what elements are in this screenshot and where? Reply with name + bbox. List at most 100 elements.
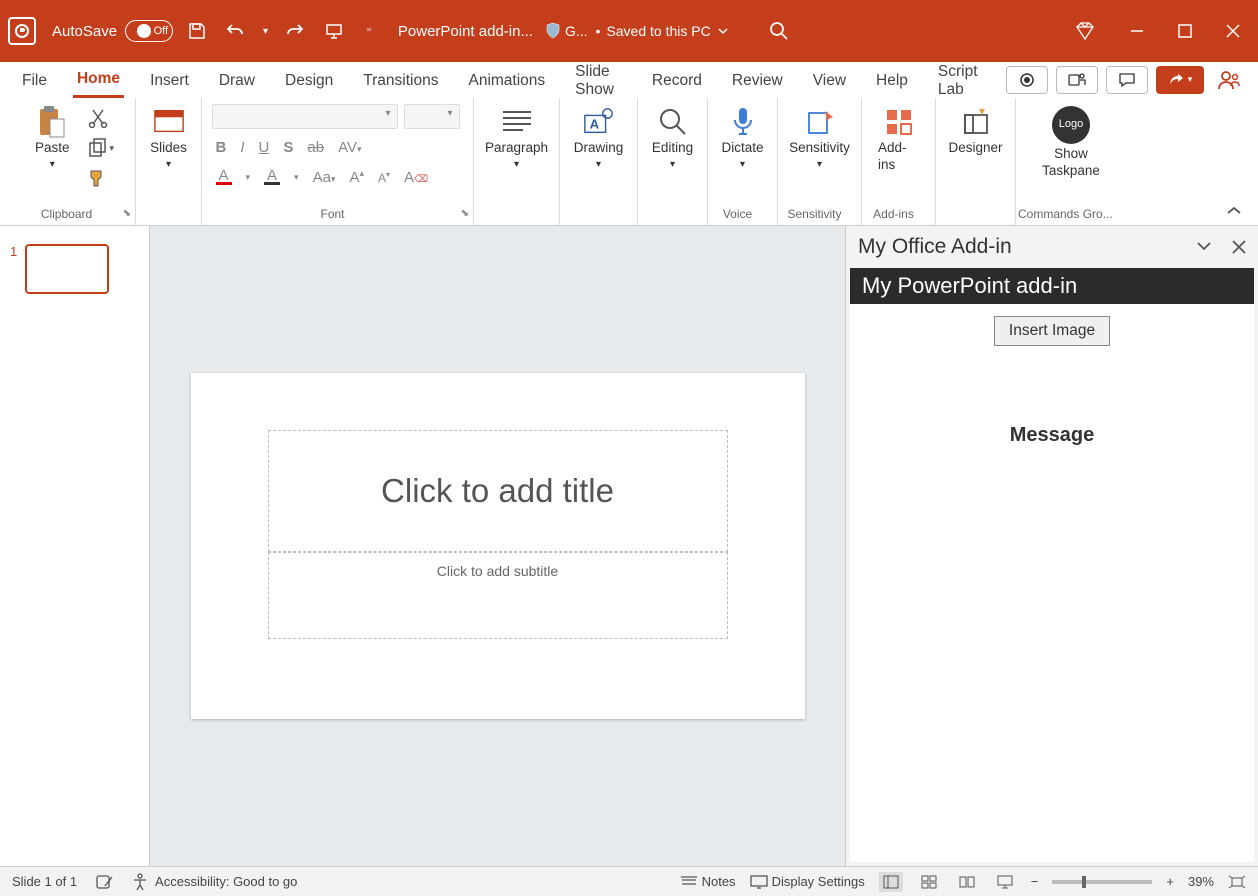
sensitivity-group-label: Sensitivity [778, 207, 851, 221]
account-icon[interactable] [1218, 69, 1240, 91]
cut-icon[interactable] [88, 108, 115, 128]
accessibility-status[interactable]: Accessibility: Good to go [131, 873, 297, 891]
tab-slideshow[interactable]: Slide Show [571, 62, 626, 98]
italic-button[interactable]: I [240, 139, 244, 156]
shadow-button[interactable]: S [283, 139, 293, 156]
comments-button[interactable] [1106, 66, 1148, 94]
tab-transitions[interactable]: Transitions [359, 62, 442, 98]
zoom-in-button[interactable]: + [1166, 874, 1174, 889]
slideshow-view-button[interactable] [993, 872, 1017, 892]
dictate-button[interactable]: Dictate ▾ [715, 104, 769, 173]
slides-button[interactable]: Slides ▾ [144, 104, 193, 173]
save-status[interactable]: • Saved to this PC [596, 23, 729, 39]
tab-draw[interactable]: Draw [215, 62, 259, 98]
drawing-button[interactable]: A Drawing ▾ [568, 104, 630, 173]
font-launcher-icon[interactable]: ⬊ [461, 208, 469, 219]
teams-button[interactable] [1056, 66, 1098, 94]
undo-dropdown-icon[interactable]: ▾ [263, 26, 268, 37]
slides-label: Slides [150, 140, 187, 157]
editing-button[interactable]: Editing ▾ [646, 104, 699, 173]
diamond-icon[interactable] [1074, 20, 1096, 42]
chevron-down-icon: ▾ [50, 159, 55, 172]
grow-font-button[interactable]: A▴ [349, 168, 364, 186]
redo-icon[interactable] [286, 21, 306, 41]
slide-sorter-view-button[interactable] [917, 872, 941, 892]
save-icon[interactable] [187, 21, 207, 41]
underline-button[interactable]: U [259, 139, 270, 156]
taskpane-message: Message [1010, 424, 1095, 447]
title-placeholder[interactable]: Click to add title [268, 430, 728, 552]
present-icon[interactable] [324, 21, 344, 41]
camera-button[interactable] [1006, 66, 1048, 94]
logo-icon: Logo [1052, 106, 1090, 144]
character-spacing-button[interactable]: AV▾ [338, 139, 361, 156]
designer-label: Designer [948, 140, 1002, 157]
search-icon[interactable] [769, 21, 789, 41]
copy-icon[interactable]: ▾ [88, 138, 115, 158]
sensitivity-button[interactable]: Sensitivity ▾ [783, 104, 856, 173]
tab-animations[interactable]: Animations [464, 62, 549, 98]
change-case-button[interactable]: Aa▾ [313, 169, 336, 186]
tab-help[interactable]: Help [872, 62, 912, 98]
status-bar: Slide 1 of 1 Accessibility: Good to go N… [0, 866, 1258, 896]
bold-button[interactable]: B [216, 139, 227, 156]
share-button[interactable]: ▾ [1156, 66, 1204, 94]
taskpane-chevron-icon[interactable] [1196, 240, 1212, 254]
voice-group-label: Voice [708, 207, 767, 221]
drawing-label: Drawing [574, 140, 624, 157]
shrink-font-button[interactable]: A▾ [378, 170, 390, 185]
tab-record[interactable]: Record [648, 62, 706, 98]
undo-icon[interactable] [225, 21, 245, 41]
spell-check-icon[interactable] [95, 874, 113, 890]
maximize-button[interactable] [1178, 24, 1192, 38]
sensitivity-indicator[interactable]: G... [545, 22, 588, 40]
tab-design[interactable]: Design [281, 62, 337, 98]
ribbon-collapse-icon[interactable] [1226, 205, 1242, 217]
document-title[interactable]: PowerPoint add-in... [398, 23, 533, 40]
chevron-down-icon: ▾ [514, 159, 519, 172]
subtitle-placeholder[interactable]: Click to add subtitle [268, 552, 728, 639]
insert-image-button[interactable]: Insert Image [994, 316, 1110, 346]
format-painter-icon[interactable] [88, 168, 115, 188]
tab-review[interactable]: Review [728, 62, 787, 98]
notes-icon [680, 875, 698, 889]
designer-button[interactable]: Designer [942, 104, 1008, 159]
addins-button[interactable]: Add-ins [872, 104, 925, 176]
zoom-level[interactable]: 39% [1188, 874, 1214, 889]
qat-more-icon[interactable]: ⁼ [366, 25, 372, 38]
thumbnail-pane[interactable]: 1 [0, 226, 150, 866]
display-settings-button[interactable]: Display Settings [750, 874, 865, 889]
dictate-label: Dictate [721, 140, 763, 157]
paste-button[interactable]: Paste ▾ [29, 104, 76, 173]
fit-to-window-button[interactable] [1228, 875, 1246, 889]
taskpane-title: My PowerPoint add-in [850, 268, 1254, 304]
tab-insert[interactable]: Insert [146, 62, 193, 98]
tab-scriptlab[interactable]: Script Lab [934, 62, 984, 98]
zoom-slider[interactable] [1052, 880, 1152, 884]
tab-view[interactable]: View [809, 62, 850, 98]
font-size-combo[interactable]: ▾ [404, 104, 460, 129]
taskpane-close-icon[interactable] [1232, 240, 1246, 254]
font-name-combo[interactable]: ▾ [212, 104, 398, 129]
slide-counter[interactable]: Slide 1 of 1 [12, 874, 77, 889]
tab-home[interactable]: Home [73, 62, 124, 98]
font-color-button[interactable]: A [216, 170, 232, 185]
slide-thumbnail-1[interactable] [25, 244, 109, 294]
reading-view-button[interactable] [955, 872, 979, 892]
autosave-toggle[interactable]: AutoSave Off [52, 20, 173, 42]
slide-canvas[interactable]: Click to add title Click to add subtitle [191, 373, 805, 719]
zoom-out-button[interactable]: − [1031, 874, 1039, 889]
show-taskpane-button[interactable]: Logo Show Taskpane [1036, 104, 1106, 182]
clear-formatting-button[interactable]: A⌫ [404, 169, 428, 186]
minimize-button[interactable] [1130, 24, 1144, 38]
strikethrough-button[interactable]: ab [307, 139, 324, 156]
clipboard-launcher-icon[interactable]: ⬊ [123, 208, 131, 219]
highlight-button[interactable]: A [264, 170, 280, 185]
normal-view-button[interactable] [879, 872, 903, 892]
paragraph-button[interactable]: Paragraph ▾ [479, 104, 554, 173]
taskpane-header: My Office Add-in [858, 235, 1012, 259]
slide-area[interactable]: Click to add title Click to add subtitle [150, 226, 845, 866]
close-button[interactable] [1226, 24, 1240, 38]
tab-file[interactable]: File [18, 62, 51, 98]
notes-button[interactable]: Notes [680, 874, 736, 889]
